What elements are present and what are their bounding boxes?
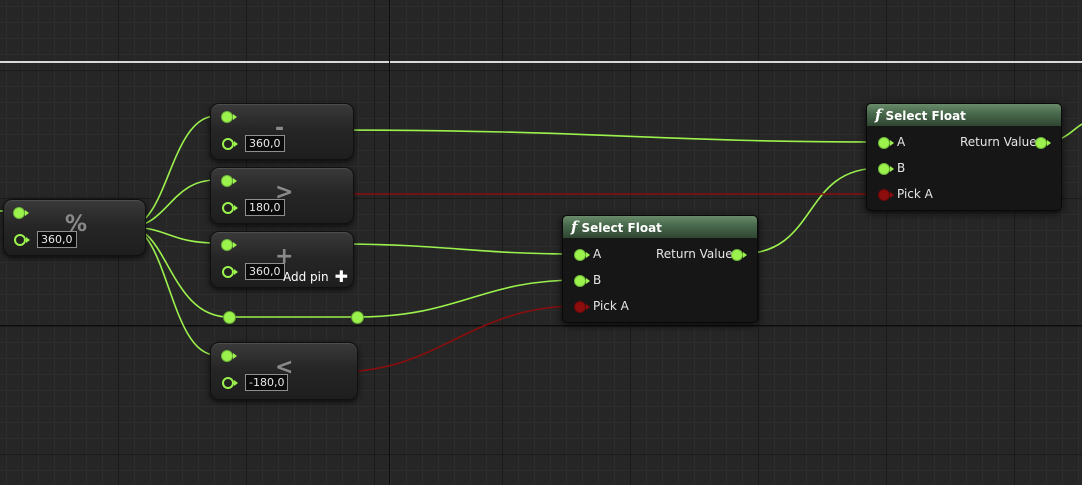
subtract-input-b-pin[interactable] — [222, 138, 238, 150]
select-float-1-title: Select Float — [581, 221, 662, 235]
modulo-node[interactable]: % 360,0 — [3, 199, 146, 256]
modulo-input-b-pin[interactable] — [14, 234, 30, 246]
select-float-1-label-a: A — [593, 247, 602, 261]
add-pin-label: Add pin — [283, 270, 329, 284]
select-float-node-2[interactable]: f Select Float A B Pick A Return Value — [866, 103, 1062, 211]
select-float-2-label-a: A — [897, 135, 906, 149]
subtract-value-field[interactable]: 360,0 — [245, 135, 285, 152]
select-float-2-pin-a[interactable] — [878, 137, 894, 149]
add-input-b-pin[interactable] — [222, 266, 238, 278]
select-float-2-header[interactable]: f Select Float — [867, 104, 1061, 126]
select-float-1-output-pin[interactable] — [731, 249, 747, 261]
select-float-2-output-label: Return Value — [960, 135, 1037, 149]
less-value-field[interactable]: -180,0 — [245, 374, 289, 391]
select-float-2-output-pin[interactable] — [1035, 137, 1051, 149]
less-node[interactable]: < -180,0 — [210, 342, 358, 400]
add-value-field[interactable]: 360,0 — [245, 263, 285, 280]
wire-add-to-select1-a — [332, 243, 579, 255]
reroute-knot-1[interactable] — [223, 311, 236, 324]
wire-select1-to-select2-b — [739, 167, 881, 255]
wire-layer — [0, 115, 1082, 377]
select-float-1-label-b: B — [593, 273, 602, 287]
select-float-1-output-label: Return Value — [656, 247, 733, 261]
select-float-1-header[interactable]: f Select Float — [563, 216, 757, 238]
add-pin-button[interactable]: Add pin ✚ — [283, 267, 348, 286]
subtract-input-a-pin[interactable] — [221, 111, 237, 123]
reroute-knot-2[interactable] — [351, 311, 364, 324]
subtract-node[interactable]: - 360,0 — [210, 103, 354, 160]
select-float-1-pin-pick[interactable] — [574, 301, 590, 313]
add-input-a-pin[interactable] — [221, 239, 237, 251]
select-float-2-label-b: B — [897, 161, 906, 175]
greater-input-b-pin[interactable] — [222, 202, 238, 214]
function-icon: f — [875, 106, 882, 124]
add-node[interactable]: + 360,0 Add pin ✚ — [210, 231, 354, 288]
less-input-b-pin[interactable] — [222, 377, 238, 389]
plus-icon: ✚ — [334, 267, 349, 286]
greater-value-field[interactable]: 180,0 — [245, 199, 285, 216]
select-float-2-pin-pick[interactable] — [878, 189, 894, 201]
wire-reroute-to-select1-b — [356, 279, 579, 318]
select-float-2-title: Select Float — [885, 109, 966, 123]
function-icon: f — [571, 218, 578, 236]
modulo-value-field[interactable]: 360,0 — [37, 231, 77, 248]
greater-node[interactable]: > 180,0 — [210, 167, 354, 224]
select-float-1-label-pick: Pick A — [593, 299, 629, 313]
select-float-1-pin-b[interactable] — [574, 275, 590, 287]
modulo-input-a-pin[interactable] — [13, 207, 29, 219]
wire-subtract-to-select2-a — [332, 129, 881, 143]
less-input-a-pin[interactable] — [221, 350, 237, 362]
greater-input-a-pin[interactable] — [221, 175, 237, 187]
select-float-2-label-pick: Pick A — [897, 187, 933, 201]
select-float-1-pin-a[interactable] — [574, 249, 590, 261]
select-float-node-1[interactable]: f Select Float A B Pick A Return Value — [562, 215, 758, 323]
select-float-2-pin-b[interactable] — [878, 163, 894, 175]
